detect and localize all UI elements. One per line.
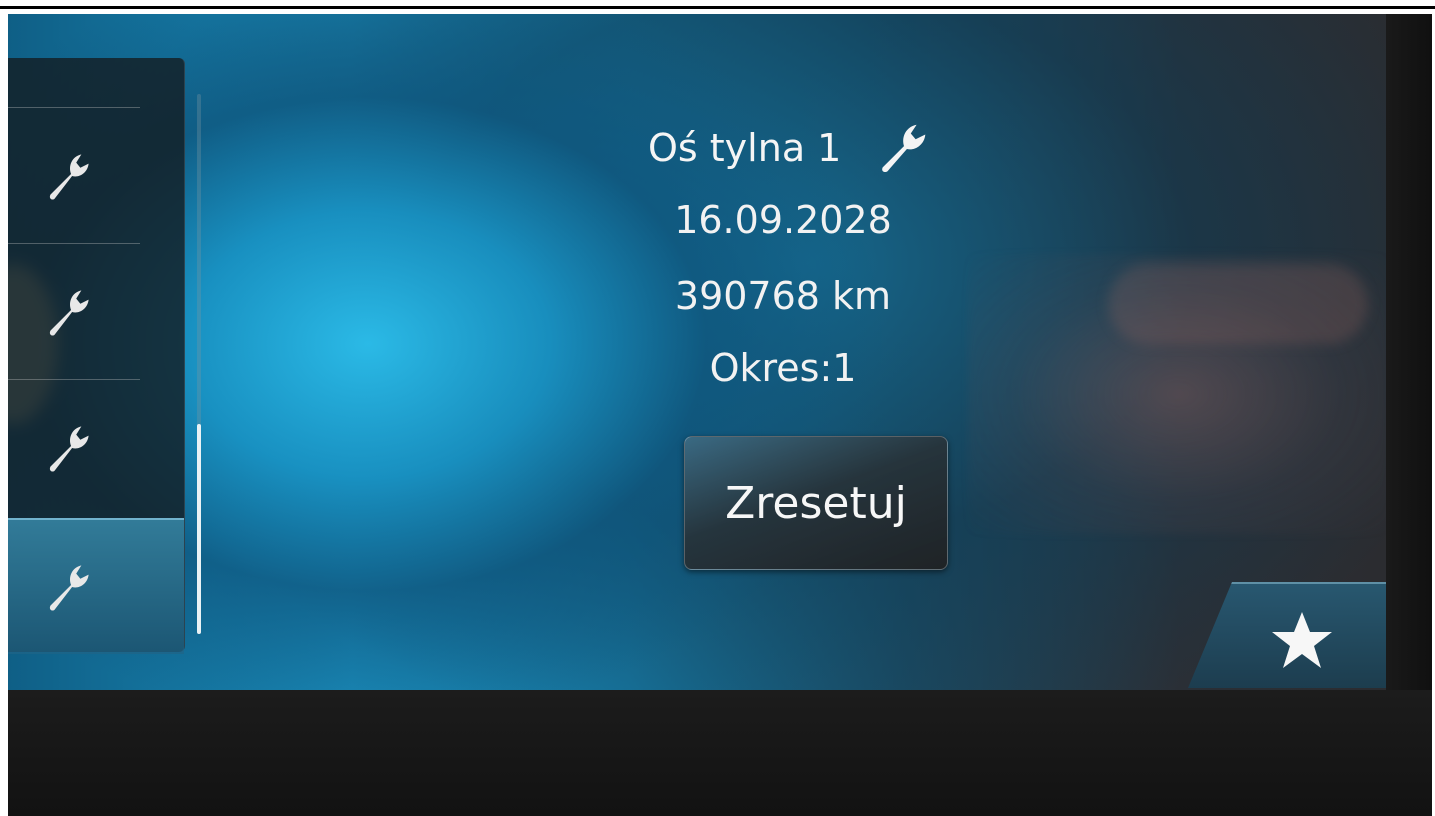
- scrollbar-thumb[interactable]: [197, 424, 201, 634]
- wrench-icon: [49, 154, 89, 200]
- list-item[interactable]: [8, 58, 184, 108]
- service-list: [8, 58, 185, 654]
- list-item[interactable]: [8, 244, 184, 380]
- screen-bezel: [8, 690, 1432, 816]
- screen-bezel: [1386, 14, 1432, 690]
- list-item-selected[interactable]: [8, 518, 184, 654]
- reset-button[interactable]: Zresetuj: [684, 436, 948, 570]
- component-title: Oś tylna 1: [648, 126, 842, 170]
- component-title-row: Oś tylna 1: [648, 118, 978, 178]
- top-border: [0, 6, 1435, 9]
- list-item[interactable]: [8, 108, 184, 244]
- service-distance: 390768 km: [674, 274, 892, 318]
- service-date: 16.09.2028: [674, 198, 892, 242]
- wrench-icon: [49, 426, 89, 472]
- wrench-icon: [49, 290, 89, 336]
- service-period: Okres:1: [709, 346, 857, 390]
- wrench-icon: [882, 124, 926, 173]
- reflection: [1108, 264, 1368, 344]
- list-scrollbar[interactable]: [197, 94, 201, 634]
- wrench-icon: [49, 565, 89, 611]
- infotainment-screen: Oś tylna 1 16.09.2028 390768 km Okres:1 …: [8, 14, 1386, 690]
- list-item[interactable]: [8, 380, 184, 516]
- photo-frame: Oś tylna 1 16.09.2028 390768 km Okres:1 …: [0, 0, 1435, 816]
- star-icon[interactable]: [1270, 608, 1334, 672]
- display-photo: Oś tylna 1 16.09.2028 390768 km Okres:1 …: [8, 14, 1432, 816]
